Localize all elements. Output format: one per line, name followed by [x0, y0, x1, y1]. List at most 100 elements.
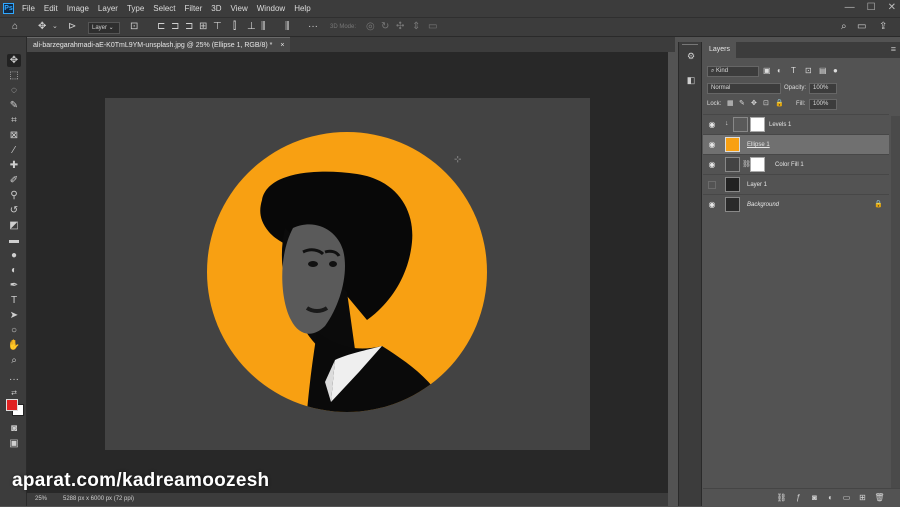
- visibility-eye-icon[interactable]: ◉: [707, 140, 717, 149]
- history-brush-tool-icon[interactable]: ↺: [7, 204, 21, 217]
- canvas-area[interactable]: ⊹: [27, 52, 668, 493]
- distribute-vertical-icon[interactable]: ⫼: [261, 21, 266, 33]
- minimize-button[interactable]: —: [845, 2, 855, 13]
- lock-transparent-icon[interactable]: ▦: [727, 96, 734, 112]
- layer-row-layer1[interactable]: Layer 1: [703, 174, 889, 194]
- menu-layer[interactable]: Layer: [98, 4, 118, 13]
- new-layer-icon[interactable]: ⊞: [857, 492, 868, 503]
- type-tool-icon[interactable]: T: [7, 294, 21, 307]
- document-tab[interactable]: ali-barzegarahmadi-aE-K0TmL9YM-unsplash.…: [27, 37, 291, 52]
- menu-window[interactable]: Window: [257, 4, 285, 13]
- layer-row-ellipse[interactable]: ◉ Ellipse 1: [703, 134, 889, 154]
- dodge-tool-icon[interactable]: ◐: [7, 264, 21, 277]
- transform-controls-icon[interactable]: ⊡: [130, 21, 138, 33]
- chevron-down-icon[interactable]: ⌄: [52, 21, 58, 33]
- close-tab-icon[interactable]: ×: [280, 42, 284, 49]
- brush-tool-icon[interactable]: ✐: [7, 174, 21, 187]
- layer-row-levels[interactable]: ◉ ↓ Levels 1: [703, 114, 889, 134]
- edit-toolbar-icon[interactable]: ···: [7, 373, 21, 386]
- align-bottom-icon[interactable]: ⊥: [247, 21, 256, 33]
- visibility-eye-icon[interactable]: ◉: [707, 200, 717, 209]
- screen-mode-icon[interactable]: ▣: [7, 437, 21, 450]
- auto-select-icon[interactable]: ⊳: [68, 21, 76, 33]
- new-adjustment-layer-icon[interactable]: ◐: [825, 492, 836, 503]
- gradient-tool-icon[interactable]: ▬: [7, 234, 21, 247]
- adjustments-panel-icon[interactable]: ◧: [685, 74, 697, 86]
- add-mask-icon[interactable]: ◙: [809, 492, 820, 503]
- filter-kind-dropdown[interactable]: ⌕ Kind: [707, 66, 759, 77]
- properties-panel-icon[interactable]: ⚙: [685, 50, 697, 62]
- path-selection-tool-icon[interactable]: ➤: [7, 309, 21, 322]
- opacity-field[interactable]: 100%: [809, 83, 837, 94]
- menu-image[interactable]: Image: [67, 4, 89, 13]
- fill-field[interactable]: 100%: [809, 99, 837, 110]
- filter-smart-object-icon[interactable]: ▤: [819, 63, 827, 79]
- zoom-tool-icon[interactable]: ⌕: [7, 354, 21, 367]
- tab-layers[interactable]: Layers: [703, 42, 737, 58]
- filter-type-icon[interactable]: T: [791, 63, 796, 79]
- menu-view[interactable]: View: [231, 4, 248, 13]
- layer-name[interactable]: Ellipse 1: [747, 135, 770, 155]
- align-vcenter-icon[interactable]: ⫿: [233, 21, 236, 33]
- maximize-button[interactable]: ☐: [867, 2, 876, 13]
- home-icon[interactable]: ⌂: [12, 21, 18, 33]
- hand-tool-icon[interactable]: ✋: [7, 339, 21, 352]
- distribute-horizontal-icon[interactable]: ⫼: [285, 21, 290, 33]
- filter-toggle-icon[interactable]: ●: [833, 63, 838, 79]
- foreground-color-swatch[interactable]: [6, 399, 18, 411]
- move-tool-preset-icon[interactable]: ✥: [38, 21, 46, 33]
- healing-brush-tool-icon[interactable]: ✚: [7, 159, 21, 172]
- search-icon[interactable]: ⌕: [841, 21, 847, 33]
- menu-select[interactable]: Select: [153, 4, 175, 13]
- ellipse-tool-icon[interactable]: ○: [7, 324, 21, 337]
- filter-pixel-icon[interactable]: ▣: [763, 63, 771, 79]
- menu-filter[interactable]: Filter: [185, 4, 203, 13]
- visibility-eye-icon[interactable]: ◉: [707, 120, 717, 129]
- quick-mask-icon[interactable]: ◙: [7, 422, 21, 435]
- distribute-icon[interactable]: ⊞: [199, 21, 207, 33]
- more-options-icon[interactable]: ···: [308, 21, 318, 33]
- filter-adjustment-icon[interactable]: ◐: [777, 63, 782, 79]
- move-tool-icon[interactable]: ✥: [7, 54, 21, 67]
- link-layers-icon[interactable]: ⛓: [776, 492, 787, 503]
- layer-name[interactable]: Levels 1: [769, 115, 791, 135]
- layer-row-color-fill[interactable]: ◉ ⛓ Color Fill 1: [703, 154, 889, 174]
- align-center-icon[interactable]: ⊐: [171, 21, 179, 33]
- layer-style-icon[interactable]: ƒ: [793, 492, 804, 503]
- align-left-icon[interactable]: ⊏: [157, 21, 165, 33]
- trash-icon[interactable]: 🗑: [874, 492, 885, 503]
- pen-tool-icon[interactable]: ✒: [7, 279, 21, 292]
- lock-all-icon[interactable]: 🔒: [775, 96, 784, 112]
- lock-position-icon[interactable]: ✥: [751, 96, 757, 112]
- layer-name[interactable]: Layer 1: [747, 175, 767, 195]
- document-canvas[interactable]: [105, 98, 590, 450]
- lock-icon[interactable]: 🔒: [874, 200, 883, 208]
- document-info[interactable]: 5288 px x 6000 px (72 ppi): [63, 493, 134, 506]
- eyedropper-tool-icon[interactable]: ⁄: [7, 144, 21, 157]
- filter-shape-icon[interactable]: ⊡: [805, 63, 812, 79]
- frame-tool-icon[interactable]: ⊠: [7, 129, 21, 142]
- blur-tool-icon[interactable]: ●: [7, 249, 21, 262]
- auto-select-target-dropdown[interactable]: Layer ⌄: [88, 22, 120, 34]
- layer-name[interactable]: Background: [747, 195, 779, 215]
- zoom-level[interactable]: 25%: [35, 493, 47, 506]
- close-window-button[interactable]: ✕: [888, 2, 896, 13]
- menu-file[interactable]: File: [22, 4, 35, 13]
- quick-select-tool-icon[interactable]: ✎: [7, 99, 21, 112]
- lock-image-icon[interactable]: ✎: [739, 96, 745, 112]
- lock-artboard-icon[interactable]: ⊡: [763, 96, 769, 112]
- menu-type[interactable]: Type: [127, 4, 144, 13]
- new-group-icon[interactable]: ▭: [841, 492, 852, 503]
- marquee-tool-icon[interactable]: ⬚: [7, 69, 21, 82]
- share-icon[interactable]: ⇪: [879, 21, 887, 33]
- crop-tool-icon[interactable]: ⌗: [7, 114, 21, 127]
- panel-menu-icon[interactable]: ≡: [891, 44, 896, 54]
- align-right-icon[interactable]: ⊐: [185, 21, 193, 33]
- layers-scrollbar[interactable]: [891, 116, 900, 488]
- visibility-toggle-empty[interactable]: [708, 181, 716, 189]
- lasso-tool-icon[interactable]: ◌: [7, 84, 21, 97]
- menu-edit[interactable]: Edit: [44, 4, 58, 13]
- eraser-tool-icon[interactable]: ◩: [7, 219, 21, 232]
- layer-row-background[interactable]: ◉ Background 🔒: [703, 194, 889, 214]
- menu-help[interactable]: Help: [294, 4, 310, 13]
